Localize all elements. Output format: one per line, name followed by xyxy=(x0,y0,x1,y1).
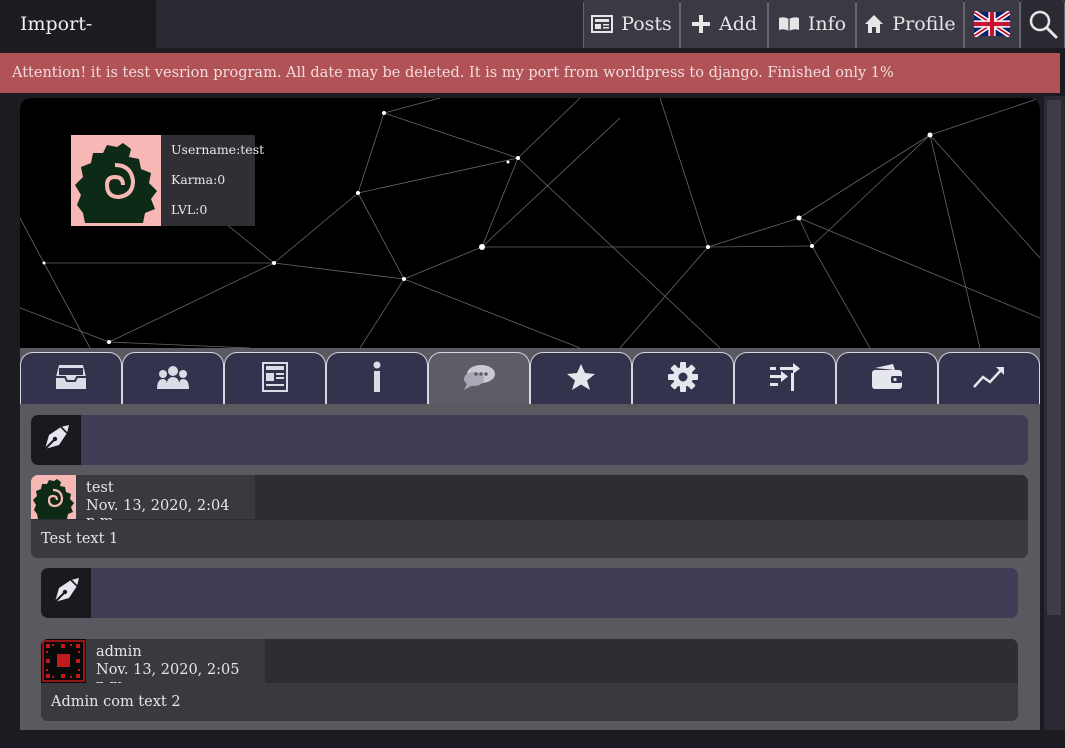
profile-karma: Karma:0 xyxy=(171,172,226,187)
avatar[interactable] xyxy=(31,475,76,519)
tab-users[interactable] xyxy=(122,352,224,404)
avatar[interactable] xyxy=(41,639,86,683)
profile-tabs xyxy=(20,352,1040,404)
comment-header: admin Nov. 13, 2020, 2:05 p.m. xyxy=(41,639,265,694)
star-icon xyxy=(566,363,596,395)
inbox-icon xyxy=(55,363,87,395)
wallet-icon xyxy=(871,363,903,394)
nav-info-button[interactable]: Info xyxy=(768,0,856,48)
uk-flag-icon xyxy=(974,11,1010,37)
profile-card: Username:test Karma:0 LVL:0 xyxy=(71,135,264,226)
tab-inbox[interactable] xyxy=(20,352,122,404)
info-icon xyxy=(372,361,382,397)
tab-info[interactable] xyxy=(326,352,428,404)
gear-icon xyxy=(668,361,698,396)
comment-text: Test text 1 xyxy=(31,520,1028,558)
sierpinski-avatar-image xyxy=(41,639,86,683)
pen-nib-icon xyxy=(41,423,71,457)
plus-icon xyxy=(691,14,711,34)
profile-panel: Username:test Karma:0 LVL:0 test Nov. 13… xyxy=(20,98,1040,748)
search-icon xyxy=(1028,9,1058,39)
transfer-icon xyxy=(769,362,801,395)
home-icon xyxy=(864,14,884,34)
page-footer-strip xyxy=(0,730,1065,748)
nav-profile-label: Profile xyxy=(892,13,956,35)
profile-level: LVL:0 xyxy=(171,202,208,217)
nav-profile-button[interactable]: Profile xyxy=(856,0,964,48)
tab-wallet[interactable] xyxy=(836,352,938,404)
write-reply-button[interactable] xyxy=(41,568,91,618)
comment-compose-box[interactable] xyxy=(31,415,1028,465)
newspaper-icon xyxy=(591,14,614,34)
nav-add-button[interactable]: Add xyxy=(680,0,768,48)
newspaper-icon xyxy=(262,361,288,396)
tab-transfers[interactable] xyxy=(734,352,836,404)
comment-item: test Nov. 13, 2020, 2:04 p.m. Test text … xyxy=(31,475,1028,558)
nav-info-label: Info xyxy=(807,13,847,35)
pen-nib-icon xyxy=(51,576,81,610)
comment-header: test Nov. 13, 2020, 2:04 p.m. xyxy=(31,475,255,530)
search-button[interactable] xyxy=(1020,0,1065,48)
profile-username: Username:test xyxy=(171,142,265,157)
language-button[interactable] xyxy=(964,0,1020,48)
chart-line-icon xyxy=(973,365,1005,393)
tab-posts[interactable] xyxy=(224,352,326,404)
users-icon xyxy=(156,365,190,393)
comments-icon xyxy=(462,364,496,394)
fractal-avatar-image xyxy=(71,135,161,226)
book-icon xyxy=(778,16,800,32)
tab-settings[interactable] xyxy=(632,352,734,404)
nav-posts-button[interactable]: Posts xyxy=(583,0,680,48)
comment-text: Admin com text 2 xyxy=(41,683,1018,721)
avatar[interactable] xyxy=(71,135,161,226)
nav-posts-label: Posts xyxy=(621,13,672,35)
write-comment-button[interactable] xyxy=(31,415,81,465)
comment-author[interactable]: test xyxy=(86,480,114,496)
profile-banner: Username:test Karma:0 LVL:0 xyxy=(20,98,1040,348)
scrollbar-thumb[interactable] xyxy=(1047,100,1061,615)
top-navbar: Import-Export Posts Add Info Profile xyxy=(0,0,1065,83)
nav-add-label: Add xyxy=(718,13,758,35)
fractal-avatar-image xyxy=(31,475,76,519)
reply-comment-item: admin Nov. 13, 2020, 2:05 p.m. Admin com… xyxy=(41,639,1018,721)
brand-link[interactable]: Import-Export xyxy=(0,0,156,83)
tab-statistics[interactable] xyxy=(938,352,1040,404)
tab-favorites[interactable] xyxy=(530,352,632,404)
comment-author[interactable]: admin xyxy=(96,644,142,660)
reply-compose-box[interactable] xyxy=(41,568,1018,618)
test-version-alert: Attention! it is test vesrion program. A… xyxy=(0,53,1060,93)
tab-comments[interactable] xyxy=(428,352,530,404)
